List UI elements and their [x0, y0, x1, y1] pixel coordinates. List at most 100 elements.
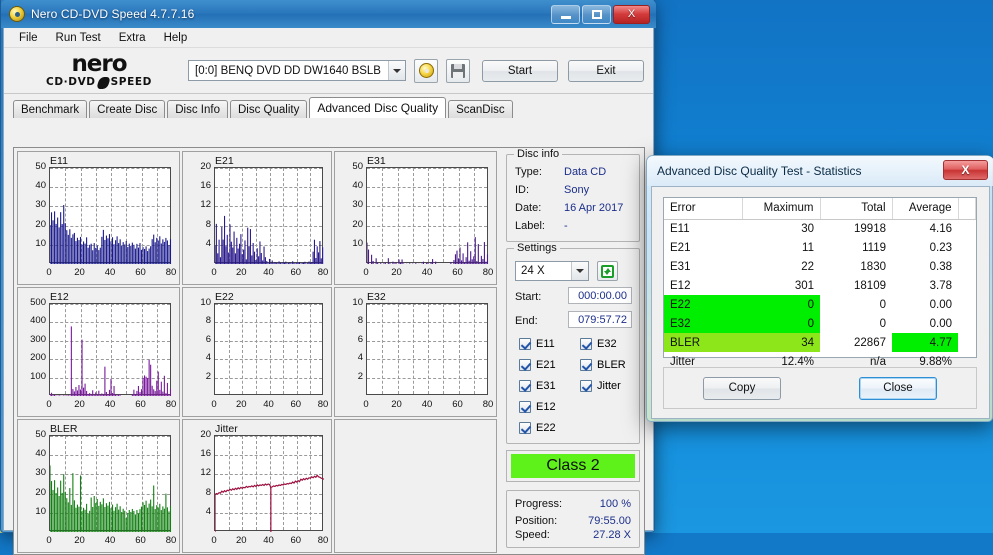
tab-advanced-disc-quality[interactable]: Advanced Disc Quality — [309, 97, 447, 118]
table-row[interactable]: E11 30 19918 4.16 — [664, 219, 976, 238]
column-header-total[interactable]: Total — [820, 198, 893, 220]
toolbar: nero CD·DVD SPEED [0:0] BENQ DVD DD DW16… — [4, 48, 653, 94]
x-axis-tick-label: 60 — [290, 535, 302, 546]
table-row[interactable]: BLER 34 22867 4.77 — [664, 333, 976, 352]
x-axis-tick-label: 20 — [235, 399, 247, 410]
speed-combo[interactable]: 24 X — [515, 261, 589, 281]
close-button[interactable]: X — [613, 4, 650, 24]
x-axis-tick-label: 0 — [211, 267, 217, 278]
gridline — [215, 322, 322, 324]
checkbox-e21[interactable]: E21 — [519, 359, 556, 371]
chart-series — [50, 205, 172, 264]
y-axis-tick-label: 8 — [205, 486, 211, 498]
chevron-down-icon[interactable] — [388, 61, 405, 80]
tab-benchmark[interactable]: Benchmark — [13, 100, 88, 118]
start-time-input[interactable]: 000:00.00 — [568, 287, 632, 304]
tab-create-disc[interactable]: Create Disc — [89, 100, 166, 118]
x-axis-tick-label: 80 — [317, 399, 329, 410]
gridline — [367, 322, 487, 324]
y-axis-tick-label: 20 — [35, 218, 46, 230]
close-dialog-button[interactable]: Close — [859, 376, 937, 400]
checkbox-e31[interactable]: E31 — [519, 380, 556, 392]
settings-legend: Settings — [514, 242, 560, 254]
x-axis-tick-label: 80 — [165, 267, 177, 278]
checkbox-e32[interactable]: E32 — [580, 338, 617, 350]
cell-total: 18109 — [854, 279, 886, 292]
table-row[interactable]: E32 0 0 0.00 — [664, 314, 976, 333]
chart-plot-area — [214, 303, 323, 395]
floppy-save-icon — [451, 63, 465, 78]
column-header-maximum[interactable]: Maximum — [742, 198, 821, 220]
tab-disc-quality[interactable]: Disc Quality — [230, 100, 308, 118]
y-axis-tick-label: 40 — [352, 180, 363, 192]
settings-group: Settings 24 X Start: 000:00.00 End: 079:… — [506, 242, 640, 444]
refresh-icon — [601, 264, 614, 278]
checkbox-e22[interactable]: E22 — [519, 422, 556, 434]
checkbox-e11[interactable]: E11 — [519, 338, 555, 350]
statistics-dialog: Advanced Disc Quality Test - Statistics … — [646, 155, 993, 422]
y-axis-tick-label: 12 — [200, 467, 211, 479]
cell-total: 1119 — [862, 241, 886, 254]
x-axis-tick-label: 20 — [391, 267, 402, 278]
start-button[interactable]: Start — [482, 59, 558, 82]
position-value: 79:55.00 — [588, 515, 631, 527]
maximize-button[interactable] — [582, 4, 611, 24]
nero-main-window: Nero CD-DVD Speed 4.7.7.16 X File Run Te… — [0, 0, 656, 555]
end-time-input[interactable]: 079:57.72 — [568, 311, 632, 328]
eject-disc-button[interactable] — [414, 58, 438, 83]
stats-titlebar[interactable]: Advanced Disc Quality Test - Statistics … — [647, 156, 993, 186]
save-button[interactable] — [446, 58, 470, 83]
y-axis-tick-label: 20 — [35, 486, 46, 498]
menu-file[interactable]: File — [10, 30, 47, 46]
cell-total: 19918 — [854, 222, 886, 235]
checkbox-e12[interactable]: E12 — [519, 401, 556, 413]
table-row[interactable]: E22 0 0 0.00 — [664, 295, 976, 314]
tab-disc-info[interactable]: Disc Info — [167, 100, 228, 118]
checkbox-e21-label: E21 — [536, 359, 556, 371]
menu-run-test[interactable]: Run Test — [47, 30, 110, 46]
table-row[interactable]: E12 301 18109 3.78 — [664, 276, 976, 295]
cell-maximum: 0 — [742, 295, 820, 314]
cell-average: 0.00 — [929, 298, 952, 311]
cell-error: E22 — [664, 295, 742, 314]
copy-button[interactable]: Copy — [703, 376, 781, 400]
checkbox-bler[interactable]: BLER — [580, 359, 626, 371]
position-label: Position: — [515, 515, 558, 527]
x-axis-tick-label: 60 — [290, 399, 302, 410]
main-titlebar[interactable]: Nero CD-DVD Speed 4.7.7.16 X — [1, 0, 656, 28]
cell-spacer — [958, 219, 976, 238]
y-axis-tick-label: 2 — [357, 370, 363, 382]
cell-error: BLER — [664, 333, 742, 352]
end-time-value: 079:57.72 — [578, 313, 627, 326]
x-axis-tick-label: 60 — [135, 267, 146, 278]
disc-type-value: Data CD — [564, 166, 607, 178]
cell-error: E31 — [670, 260, 691, 273]
checkbox-jitter[interactable]: Jitter — [580, 380, 621, 392]
menu-help[interactable]: Help — [155, 30, 197, 46]
gridline — [242, 304, 244, 394]
minimize-button[interactable] — [551, 4, 580, 24]
drive-select-combo[interactable]: [0:0] BENQ DVD DD DW1640 BSLB — [188, 60, 406, 81]
column-header-average[interactable]: Average — [892, 198, 959, 220]
table-row[interactable]: E21 11 1119 0.23 — [664, 238, 976, 257]
chart-plot-area — [49, 167, 172, 264]
chevron-down-icon[interactable] — [571, 262, 588, 280]
refresh-button[interactable] — [597, 261, 618, 281]
chart-plot-area — [214, 167, 324, 264]
tab-scandisc[interactable]: ScanDisc — [448, 100, 513, 118]
statistics-table-panel: Error Maximum Total Average E11 30 19918 4.… — [663, 197, 977, 368]
cell-average: 3.78 — [929, 279, 952, 292]
disc-date-value: 16 Apr 2017 — [564, 202, 624, 214]
exit-button[interactable]: Exit — [568, 59, 644, 82]
column-header-error[interactable]: Error — [664, 198, 743, 220]
cell-spacer — [958, 333, 976, 352]
stats-client-area: Error Maximum Total Average E11 30 19918 4.… — [651, 186, 990, 419]
checkbox-icon — [519, 359, 531, 371]
stats-close-button[interactable]: X — [943, 160, 988, 180]
cell-spacer — [958, 276, 976, 295]
menu-extra[interactable]: Extra — [110, 30, 155, 46]
chart-series — [367, 237, 489, 264]
logo-subtitle: CD·DVD SPEED — [46, 76, 152, 89]
cell-maximum: 301 — [794, 279, 814, 292]
table-row[interactable]: E31 22 1830 0.38 — [664, 257, 976, 276]
